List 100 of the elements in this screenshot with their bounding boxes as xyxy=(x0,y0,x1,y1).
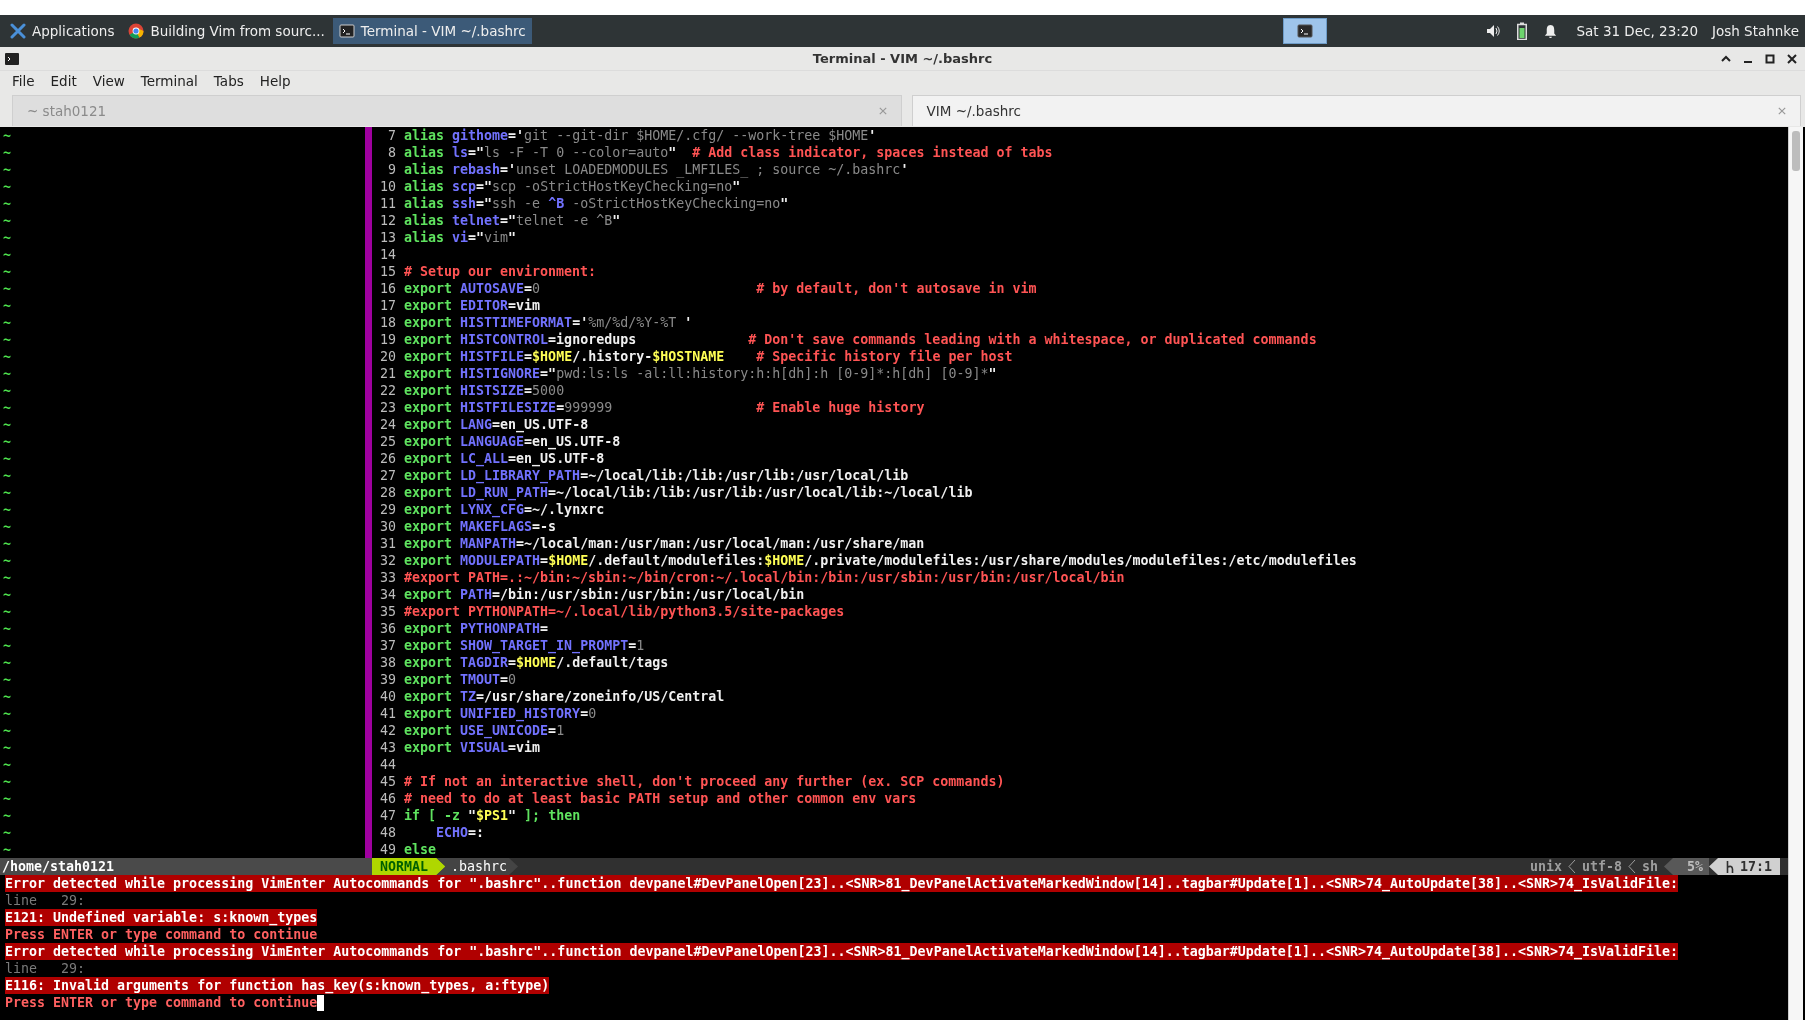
empty-line-marker: ~ xyxy=(3,807,11,824)
code-line: # If not an interactive shell, don't proceed any further (ex. SCP commands) xyxy=(404,773,1005,790)
line-number: 12 xyxy=(379,212,396,229)
scrollbar-thumb[interactable] xyxy=(1792,131,1800,171)
empty-line-marker: ~ xyxy=(3,501,11,518)
empty-line-marker: ~ xyxy=(3,739,11,756)
applications-menu[interactable]: Applications xyxy=(4,18,121,44)
line-number: 34 xyxy=(379,586,396,603)
code-line: export PATH=/bin:/usr/sbin:/usr/bin:/usr/local/bin xyxy=(404,586,805,603)
code-line: export LC_ALL=en_US.UTF-8 xyxy=(404,450,605,467)
code-line: else xyxy=(404,841,437,858)
maximize-icon[interactable] xyxy=(1765,53,1775,64)
clock[interactable]: Sat 31 Dec, 23:20 xyxy=(1576,23,1698,39)
empty-line-marker: ~ xyxy=(3,399,11,416)
code-line: export TZ=/usr/share/zoneinfo/US/Central xyxy=(404,688,725,705)
line-number: 10 xyxy=(379,178,396,195)
continue-prompt: Press ENTER or type command to continue xyxy=(5,994,318,1011)
empty-line-marker: ~ xyxy=(3,603,11,620)
empty-line-marker: ~ xyxy=(3,416,11,433)
menu-item[interactable]: Tabs xyxy=(207,73,250,89)
separator-arrow-icon xyxy=(1663,858,1673,875)
line-number: 27 xyxy=(379,467,396,484)
error-message: E116: Invalid arguments for function has_key(s:known_types, a:ftype) xyxy=(5,977,550,994)
line-number: 35 xyxy=(379,603,396,620)
file-format: unix xyxy=(1528,859,1563,874)
code-line: export TAGDIR=$HOME/.default/tags xyxy=(404,654,669,671)
directory-path: /home/stah0121 xyxy=(2,859,115,874)
tab-label[interactable]: VIM ~/.bashrc xyxy=(926,103,1021,119)
continue-prompt: Press ENTER or type command to continue xyxy=(5,926,318,943)
empty-line-marker: ~ xyxy=(3,314,11,331)
position-text: 17:1 xyxy=(1739,857,1772,876)
code-line: alias ls="ls -F -T 0 --color=auto" # Add class indicator, spaces instead of tabs xyxy=(404,144,1053,161)
empty-line-marker: ~ xyxy=(3,297,11,314)
code-line: export HISTCONTROL=ignoredups # Don't save commands leading with a whitespace, or duplicated commands xyxy=(404,331,1317,348)
empty-line-marker: ~ xyxy=(3,161,11,178)
code-line: export TMOUT=0 xyxy=(404,671,517,688)
line-number: 46 xyxy=(379,790,396,807)
caret-up-icon[interactable] xyxy=(1721,53,1731,64)
code-line: export HISTTIMEFORMAT='%m/%d/%Y-%T ' xyxy=(404,314,693,331)
empty-line-marker: ~ xyxy=(3,229,11,246)
line-number: 49 xyxy=(379,841,396,858)
code-line: if [ -z "$PS1" ]; then xyxy=(404,807,581,824)
menu-item[interactable]: View xyxy=(86,73,131,89)
line-number-icon xyxy=(1725,860,1734,873)
menu-item[interactable]: Edit xyxy=(44,73,83,89)
code-line: export AUTOSAVE=0 # by default, don't autosave in vim xyxy=(404,280,1037,297)
line-number: 11 xyxy=(379,195,396,212)
empty-line-marker: ~ xyxy=(3,620,11,637)
menu-item[interactable]: Terminal xyxy=(134,73,204,89)
empty-line-marker: ~ xyxy=(3,722,11,739)
scrollbar[interactable] xyxy=(1788,127,1803,1020)
line-number: 13 xyxy=(379,229,396,246)
empty-line-marker: ~ xyxy=(3,263,11,280)
line-number: 21 xyxy=(379,365,396,382)
battery-icon[interactable] xyxy=(1517,22,1528,40)
line-number: 30 xyxy=(379,518,396,535)
menu-item[interactable]: Help xyxy=(253,73,297,89)
close-icon[interactable] xyxy=(1787,53,1797,64)
empty-line-marker: ~ xyxy=(3,756,11,773)
empty-line-marker: ~ xyxy=(3,654,11,671)
empty-line-marker: ~ xyxy=(3,433,11,450)
code-line: export USE_UNICODE=1 xyxy=(404,722,565,739)
empty-line-marker: ~ xyxy=(3,773,11,790)
taskbar-task[interactable]: Building Vim from sourc... xyxy=(122,18,331,44)
line-number: 20 xyxy=(379,348,396,365)
line-number: 32 xyxy=(379,552,396,569)
code-line: export PYTHONPATH= xyxy=(404,620,549,637)
line-number: 25 xyxy=(379,433,396,450)
empty-line-marker: ~ xyxy=(3,331,11,348)
code-line: export VISUAL=vim xyxy=(404,739,541,756)
bell-icon[interactable] xyxy=(1543,23,1559,39)
empty-line-marker: ~ xyxy=(3,467,11,484)
empty-line-marker: ~ xyxy=(3,552,11,569)
line-number: 17 xyxy=(379,297,396,314)
code-line: #export PYTHONPATH=~/.local/lib/python3.5/site-packages xyxy=(404,603,845,620)
code-line: ECHO=: xyxy=(435,824,485,841)
workspace-button[interactable] xyxy=(1283,18,1328,44)
line-number: 8 xyxy=(387,144,396,161)
empty-line-marker: ~ xyxy=(3,144,11,161)
empty-line-marker: ~ xyxy=(3,246,11,263)
code-line: export LYNX_CFG=~/.lynxrc xyxy=(404,501,605,518)
empty-line-marker: ~ xyxy=(3,450,11,467)
terminal-tab[interactable]: VIM ~/.bashrc xyxy=(911,95,1801,126)
line-number: 15 xyxy=(379,263,396,280)
code-line: export LANGUAGE=en_US.UTF-8 xyxy=(404,433,621,450)
error-message: E121: Undefined variable: s:known_types xyxy=(5,909,318,926)
code-line: export LD_LIBRARY_PATH=~/local/lib:/lib:/usr/lib:/usr/local/lib xyxy=(404,467,909,484)
code-line: export HISTSIZE=5000 xyxy=(404,382,565,399)
menu-item[interactable]: File xyxy=(6,73,41,89)
line-number: 9 xyxy=(387,161,396,178)
taskbar-task[interactable]: Terminal - VIM ~/.bashrc xyxy=(332,18,532,44)
code-line: export EDITOR=vim xyxy=(404,297,541,314)
user-name[interactable]: Josh Stahnke xyxy=(1712,23,1799,39)
volume-icon[interactable] xyxy=(1485,23,1502,39)
line-number: 29 xyxy=(379,501,396,518)
line-number: 16 xyxy=(379,280,396,297)
line-number: 39 xyxy=(379,671,396,688)
empty-line-marker: ~ xyxy=(3,637,11,654)
empty-line-marker: ~ xyxy=(3,382,11,399)
empty-line-marker: ~ xyxy=(3,484,11,501)
